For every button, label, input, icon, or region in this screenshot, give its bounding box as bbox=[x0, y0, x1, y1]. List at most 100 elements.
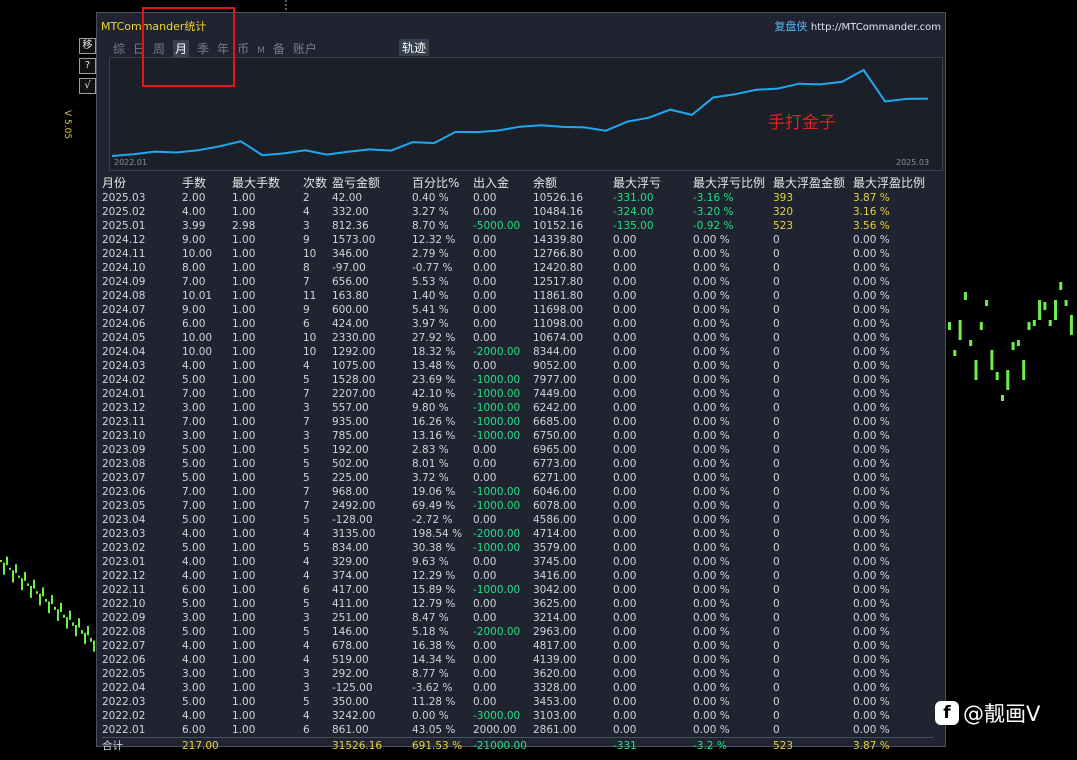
table-cell: 2023.10 bbox=[102, 430, 146, 442]
table-cell: 417.00 bbox=[332, 584, 369, 596]
table-cell: 6.00 bbox=[182, 584, 206, 596]
table-cell: 0 bbox=[773, 514, 780, 526]
total-cell: -3.2 % bbox=[693, 737, 773, 753]
tab-0[interactable]: 综 bbox=[113, 40, 125, 57]
table-row: 2023.11 7.00 1.00 7 935.00 16.26 % -1000.00 668… bbox=[102, 415, 933, 429]
table-cell: 0.00 % bbox=[853, 304, 890, 316]
candle bbox=[995, 372, 999, 380]
table-row: 2025.03 2.00 1.00 2 42.00 0.40 % 0.00 10526.16 -… bbox=[102, 191, 933, 205]
table-cell: 0.00 % bbox=[693, 724, 730, 736]
table-cell: 4.00 bbox=[182, 570, 206, 582]
candle bbox=[24, 571, 26, 581]
table-cell: 7.00 bbox=[182, 486, 206, 498]
table-cell: 0.00 bbox=[613, 696, 637, 708]
table-cell: 0.00 bbox=[473, 444, 497, 456]
table-cell: 0 bbox=[773, 612, 780, 624]
candle bbox=[948, 322, 951, 330]
table-cell: 3625.00 bbox=[533, 598, 577, 610]
table-cell: 1573.00 bbox=[332, 234, 376, 246]
table-cell: 12766.80 bbox=[533, 248, 584, 260]
tab-6[interactable]: 币 bbox=[237, 40, 249, 57]
table-cell: 2024.09 bbox=[102, 276, 146, 288]
table-cell: 2024.08 bbox=[102, 290, 146, 302]
table-cell: 0.00 bbox=[613, 682, 637, 694]
table-cell: -2000.00 bbox=[473, 626, 521, 638]
table-cell: 656.00 bbox=[332, 276, 369, 288]
table-cell: 3.87 % bbox=[853, 192, 890, 204]
candle bbox=[1059, 282, 1063, 290]
table-cell: 0 bbox=[773, 570, 780, 582]
table-cell: 2024.03 bbox=[102, 360, 146, 372]
candle bbox=[1022, 360, 1026, 380]
annotation-text: 手打金子 bbox=[768, 113, 836, 133]
table-cell: 0.00 % bbox=[853, 654, 890, 666]
table-cell: 0.00 % bbox=[693, 710, 730, 722]
table-cell: 557.00 bbox=[332, 402, 369, 414]
table-cell: 0.00 bbox=[613, 724, 637, 736]
table-cell: 0 bbox=[773, 486, 780, 498]
table-cell: 5.00 bbox=[182, 374, 206, 386]
table-cell: 0.00 % bbox=[693, 696, 730, 708]
table-cell: 12.32 % bbox=[412, 234, 456, 246]
table-cell: 0.00 bbox=[613, 570, 637, 582]
table-cell: 0 bbox=[773, 290, 780, 302]
table-cell: 0.00 bbox=[613, 444, 637, 456]
table-cell: 9.80 % bbox=[412, 402, 449, 414]
brand-name: 复盘侠 bbox=[774, 20, 808, 33]
table-cell: 0.00 % bbox=[853, 290, 890, 302]
move-button[interactable]: 移 bbox=[79, 38, 96, 54]
candle bbox=[81, 630, 83, 634]
table-cell: 0.00 bbox=[613, 262, 637, 274]
table-cell: 0.00 bbox=[473, 206, 497, 218]
table-cell: 4.00 bbox=[182, 654, 206, 666]
brand-link[interactable]: 复盘侠 http://MTCommander.com bbox=[774, 18, 941, 34]
table-cell: 502.00 bbox=[332, 458, 369, 470]
candle bbox=[93, 640, 95, 652]
table-cell: 27.92 % bbox=[412, 332, 456, 344]
candle bbox=[1032, 320, 1036, 326]
table-cell: 0.00 % bbox=[693, 430, 730, 442]
table-cell: 0.00 bbox=[613, 556, 637, 568]
table-cell: 6078.00 bbox=[533, 500, 577, 512]
table-cell: 320 bbox=[773, 206, 794, 218]
candle bbox=[9, 567, 11, 570]
table-cell: 7.00 bbox=[182, 276, 206, 288]
candle bbox=[69, 610, 71, 620]
check-button[interactable]: √ bbox=[79, 78, 96, 94]
table-cell: 1.00 bbox=[232, 724, 256, 736]
candle bbox=[1069, 315, 1073, 335]
table-cell: 0 bbox=[773, 696, 780, 708]
table-cell: 424.00 bbox=[332, 318, 369, 330]
table-cell: 2022.12 bbox=[102, 570, 146, 582]
table-cell: 5 bbox=[303, 514, 310, 526]
table-cell: 8.77 % bbox=[412, 668, 449, 680]
table-cell: 4714.00 bbox=[533, 528, 577, 540]
table-cell: 3 bbox=[303, 220, 310, 232]
table-cell: 4.00 bbox=[182, 640, 206, 652]
brand-url[interactable]: http://MTCommander.com bbox=[811, 22, 941, 33]
table-cell: 1.00 bbox=[232, 444, 256, 456]
table-cell: 14339.80 bbox=[533, 234, 584, 246]
tab-7[interactable]: M bbox=[257, 46, 265, 56]
table-cell: 2023.09 bbox=[102, 444, 146, 456]
table-row: 2022.02 4.00 1.00 4 3242.00 0.00 % -3000.00 310… bbox=[102, 709, 933, 723]
table-row: 2023.04 5.00 1.00 5 -128.00 -2.72 % 0.00 4586.0… bbox=[102, 513, 933, 527]
total-cell: 3.87 % bbox=[853, 737, 933, 753]
table-cell: 0.00 % bbox=[693, 304, 730, 316]
candle bbox=[12, 570, 14, 583]
track-button[interactable]: 轨迹 bbox=[399, 39, 430, 56]
table-cell: 0.00 bbox=[473, 332, 497, 344]
table-cell: 2023.06 bbox=[102, 486, 146, 498]
table-cell: 16.26 % bbox=[412, 416, 456, 428]
table-cell: 0 bbox=[773, 234, 780, 246]
table-cell: 1.00 bbox=[232, 458, 256, 470]
help-button[interactable]: ? bbox=[79, 58, 96, 74]
table-cell: 1.00 bbox=[232, 682, 256, 694]
tab-8[interactable]: 备 bbox=[273, 40, 285, 57]
candle bbox=[33, 579, 35, 589]
table-cell: 2 bbox=[303, 192, 310, 204]
table-cell: 0.00 bbox=[613, 416, 637, 428]
table-cell: 3 bbox=[303, 668, 310, 680]
tab-9[interactable]: 账户 bbox=[293, 40, 317, 57]
table-cell: 10484.16 bbox=[533, 206, 584, 218]
